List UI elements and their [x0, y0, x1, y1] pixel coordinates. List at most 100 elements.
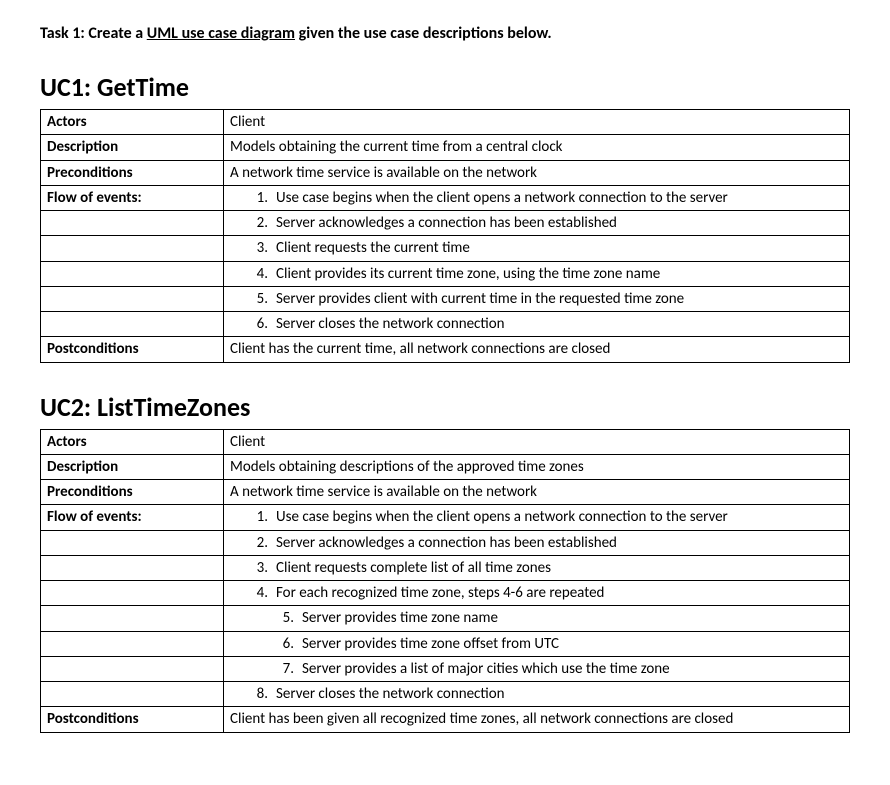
empty-cell — [41, 631, 224, 656]
step-number: 6. — [248, 314, 268, 334]
task-suffix: given the use case descriptions below. — [295, 24, 552, 43]
uc1-flow-step: 3. Client requests the current time — [224, 236, 850, 261]
empty-cell — [41, 261, 224, 286]
uc1-actors-label: Actors — [41, 110, 224, 135]
step-text: Server acknowledges a connection has bee… — [276, 214, 617, 232]
empty-cell — [41, 530, 224, 555]
empty-cell — [41, 581, 224, 606]
step-text: For each recognized time zone, steps 4-6… — [276, 584, 604, 602]
uc2-actors: Client — [224, 429, 850, 454]
uc2-flow-step: 2. Server acknowledges a connection has b… — [224, 530, 850, 555]
table-row: 8. Server closes the network connection — [41, 682, 850, 707]
uc2-postconditions-label: Postconditions — [41, 707, 224, 732]
step-text: Client requests complete list of all tim… — [276, 559, 551, 577]
uc2-flow-step: 1. Use case begins when the client opens … — [224, 505, 850, 530]
uc2-flow-step: 8. Server closes the network connection — [224, 682, 850, 707]
table-row: 4. Client provides its current time zone,… — [41, 261, 850, 286]
uc2-description-label: Description — [41, 454, 224, 479]
uc1-flow-step: 2. Server acknowledges a connection has b… — [224, 211, 850, 236]
table-row: 2. Server acknowledges a connection has b… — [41, 530, 850, 555]
uc2-flow-label: Flow of events: — [41, 505, 224, 530]
table-row: Postconditions Client has the current ti… — [41, 337, 850, 362]
step-number: 5. — [248, 289, 268, 309]
step-text: Client provides its current time zone, u… — [276, 265, 660, 283]
uc2-postconditions: Client has been given all recognized tim… — [224, 707, 850, 732]
step-text: Use case begins when the client opens a … — [276, 508, 728, 526]
uc2-table: Actors Client Description Models obtaini… — [40, 429, 850, 733]
step-number: 4. — [248, 583, 268, 603]
task-instruction: Task 1: Create a UML use case diagram gi… — [40, 24, 850, 43]
step-number: 6. — [274, 634, 294, 654]
table-row: 3. Client requests the current time — [41, 236, 850, 261]
uc2-flow-step: 4. For each recognized time zone, steps 4… — [224, 581, 850, 606]
table-row: Postconditions Client has been given all… — [41, 707, 850, 732]
uc1-flow-step: 1. Use case begins when the client opens … — [224, 185, 850, 210]
table-row: 5. Server provides client with current ti… — [41, 286, 850, 311]
uc1-preconditions: A network time service is available on t… — [224, 160, 850, 185]
table-row: 6. Server provides time zone offset from … — [41, 631, 850, 656]
table-row: Actors Client — [41, 110, 850, 135]
step-number: 8. — [248, 684, 268, 704]
uc1-flow-step: 5. Server provides client with current ti… — [224, 286, 850, 311]
step-number: 2. — [248, 213, 268, 233]
step-text: Server provides a list of major cities w… — [302, 660, 670, 678]
step-number: 7. — [274, 659, 294, 679]
uc1-postconditions: Client has the current time, all network… — [224, 337, 850, 362]
table-row: Flow of events: 1. Use case begins when th… — [41, 505, 850, 530]
table-row: Flow of events: 1. Use case begins when th… — [41, 185, 850, 210]
step-text: Client requests the current time — [276, 239, 470, 257]
step-number: 5. — [274, 608, 294, 628]
empty-cell — [41, 555, 224, 580]
table-row: 4. For each recognized time zone, steps 4… — [41, 581, 850, 606]
table-row: Actors Client — [41, 429, 850, 454]
uc2-flow-step: 6. Server provides time zone offset from … — [224, 631, 850, 656]
uc2-preconditions-label: Preconditions — [41, 480, 224, 505]
empty-cell — [41, 211, 224, 236]
uc2-flow-step: 7. Server provides a list of major cities… — [224, 656, 850, 681]
uc2-preconditions: A network time service is available on t… — [224, 480, 850, 505]
uc2-title: UC2: ListTimeZones — [40, 391, 850, 423]
uc1-description-label: Description — [41, 135, 224, 160]
table-row: Preconditions A network time service is … — [41, 480, 850, 505]
step-number: 4. — [248, 264, 268, 284]
uc2-flow-step: 3. Client requests complete list of all t… — [224, 555, 850, 580]
step-text: Server provides client with current time… — [276, 290, 684, 308]
step-number: 1. — [248, 507, 268, 527]
uc2-actors-label: Actors — [41, 429, 224, 454]
uc2-flow-step: 5. Server provides time zone name — [224, 606, 850, 631]
task-underlined: UML use case diagram — [147, 24, 295, 43]
table-row: 5. Server provides time zone name — [41, 606, 850, 631]
table-row: 3. Client requests complete list of all t… — [41, 555, 850, 580]
table-row: Preconditions A network time service is … — [41, 160, 850, 185]
task-prefix: Task 1: Create a — [40, 24, 147, 43]
table-row: Description Models obtaining description… — [41, 454, 850, 479]
uc1-flow-step: 4. Client provides its current time zone,… — [224, 261, 850, 286]
step-text: Server provides time zone name — [302, 609, 498, 627]
step-number: 3. — [248, 558, 268, 578]
step-number: 3. — [248, 238, 268, 258]
table-row: 6. Server closes the network connection — [41, 312, 850, 337]
empty-cell — [41, 682, 224, 707]
empty-cell — [41, 236, 224, 261]
step-text: Use case begins when the client opens a … — [276, 189, 728, 207]
empty-cell — [41, 286, 224, 311]
step-text: Server closes the network connection — [276, 315, 505, 333]
uc1-flow-step: 6. Server closes the network connection — [224, 312, 850, 337]
uc2-description: Models obtaining descriptions of the app… — [224, 454, 850, 479]
step-number: 2. — [248, 533, 268, 553]
step-text: Server provides time zone offset from UT… — [302, 635, 559, 653]
empty-cell — [41, 656, 224, 681]
uc1-actors: Client — [224, 110, 850, 135]
table-row: 2. Server acknowledges a connection has b… — [41, 211, 850, 236]
uc1-title: UC1: GetTime — [40, 71, 850, 103]
table-row: 7. Server provides a list of major cities… — [41, 656, 850, 681]
step-text: Server closes the network connection — [276, 685, 505, 703]
step-text: Server acknowledges a connection has bee… — [276, 534, 617, 552]
uc1-preconditions-label: Preconditions — [41, 160, 224, 185]
table-row: Description Models obtaining the current… — [41, 135, 850, 160]
uc1-postconditions-label: Postconditions — [41, 337, 224, 362]
uc1-flow-label: Flow of events: — [41, 185, 224, 210]
uc1-description: Models obtaining the current time from a… — [224, 135, 850, 160]
empty-cell — [41, 606, 224, 631]
step-number: 1. — [248, 188, 268, 208]
